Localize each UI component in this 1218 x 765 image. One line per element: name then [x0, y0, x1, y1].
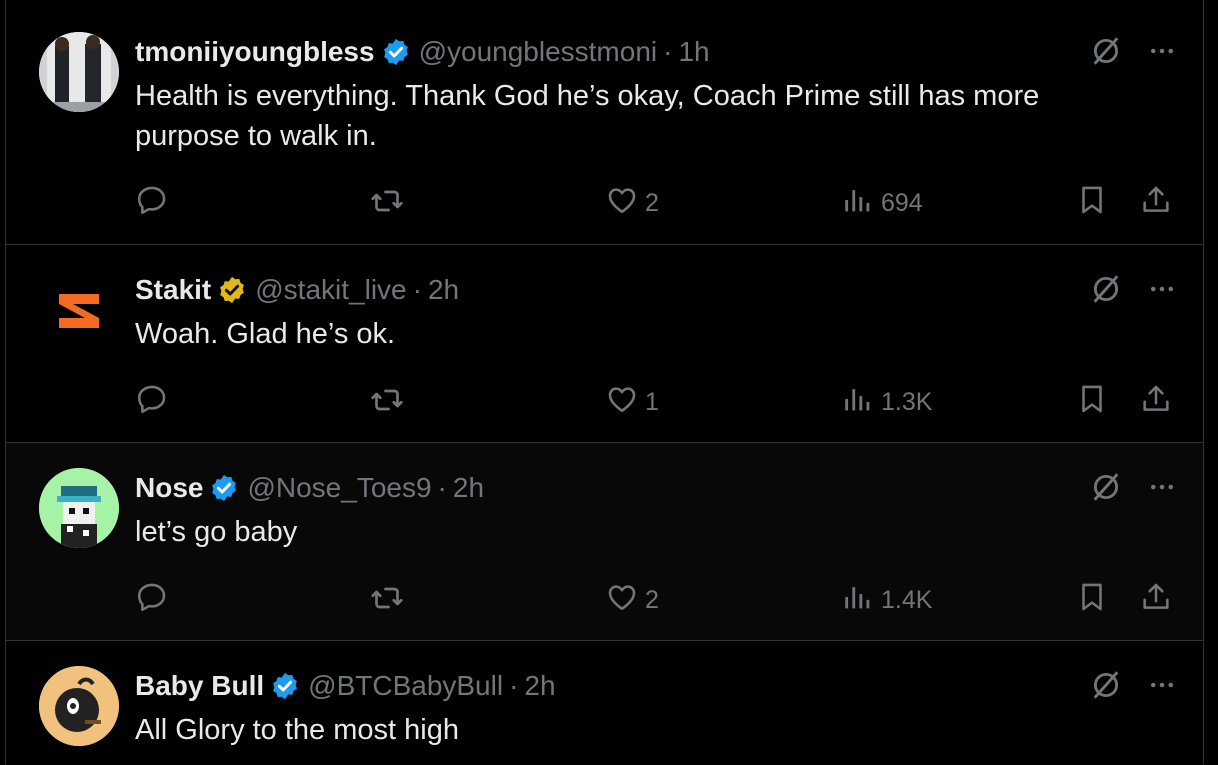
views-icon — [841, 580, 875, 621]
repost-icon — [369, 382, 405, 425]
display-name[interactable]: Baby Bull — [135, 670, 264, 702]
tweet-header: tmoniiyoungbless @youngblesstmoni · 1h — [135, 34, 710, 70]
timestamp[interactable]: 1h — [678, 36, 709, 68]
views-icon — [841, 183, 875, 224]
display-name[interactable]: tmoniiyoungbless — [135, 36, 375, 68]
avatar[interactable] — [39, 270, 119, 350]
share-button[interactable] — [1139, 580, 1173, 621]
handle[interactable]: @stakit_live — [255, 274, 406, 306]
tweet[interactable]: Stakit @stakit_live · 2h Woah. Glad he’s… — [6, 245, 1203, 443]
grok-icon[interactable] — [1089, 272, 1123, 306]
blue-verified-icon[interactable] — [270, 671, 300, 701]
separator-dot: · — [663, 36, 673, 67]
reply-icon — [135, 580, 169, 621]
reply-icon — [135, 183, 169, 224]
more-icon[interactable] — [1147, 36, 1177, 66]
like-count: 1 — [645, 388, 659, 416]
bookmark-button[interactable] — [1075, 382, 1109, 423]
repost-button[interactable] — [369, 183, 411, 226]
like-count: 2 — [645, 189, 659, 217]
tweet-actions: 2 1.4K — [135, 580, 1173, 616]
bookmark-icon — [1075, 382, 1109, 423]
tweet-text: Health is everything. Thank God he’s oka… — [135, 80, 1040, 152]
grok-icon[interactable] — [1089, 34, 1123, 68]
tweet-header: Stakit @stakit_live · 2h — [135, 272, 459, 308]
repost-icon — [369, 183, 405, 226]
reply-button[interactable] — [135, 580, 175, 621]
reply-button[interactable] — [135, 382, 175, 423]
separator-dot: · — [412, 274, 422, 305]
bookmark-button[interactable] — [1075, 183, 1109, 224]
like-button[interactable]: 2 — [605, 183, 659, 224]
view-count: 1.3K — [881, 388, 933, 416]
tweet-text: Woah. Glad he’s ok. — [135, 318, 396, 350]
tweet-actions: 2 694 — [135, 183, 1173, 219]
tweet-text: All Glory to the most high — [135, 714, 459, 746]
avatar[interactable] — [39, 468, 119, 548]
timestamp[interactable]: 2h — [453, 472, 484, 504]
views-button[interactable]: 1.4K — [841, 580, 932, 621]
tweet-text: let’s go baby — [135, 516, 298, 548]
tweet-top-actions — [1089, 272, 1177, 306]
handle[interactable]: @youngblesstmoni — [419, 36, 658, 68]
handle[interactable]: @BTCBabyBull — [308, 670, 503, 702]
like-icon — [605, 183, 639, 224]
views-button[interactable]: 694 — [841, 183, 923, 224]
share-button[interactable] — [1139, 382, 1173, 423]
tweet[interactable]: Nose @Nose_Toes9 · 2h let’s go baby 2 1.… — [6, 443, 1203, 641]
like-count: 2 — [645, 586, 659, 614]
share-icon — [1139, 382, 1173, 423]
tweet-header: Nose @Nose_Toes9 · 2h — [135, 470, 484, 506]
avatar[interactable] — [39, 32, 119, 112]
grok-icon[interactable] — [1089, 470, 1123, 504]
tweet-top-actions — [1089, 34, 1177, 68]
gold-verified-icon[interactable] — [217, 275, 247, 305]
view-count: 694 — [881, 189, 923, 217]
more-icon[interactable] — [1147, 472, 1177, 502]
views-button[interactable]: 1.3K — [841, 382, 932, 423]
bookmark-icon — [1075, 183, 1109, 224]
like-icon — [605, 382, 639, 423]
view-count: 1.4K — [881, 586, 933, 614]
separator-dot: · — [509, 670, 519, 701]
blue-verified-icon[interactable] — [209, 473, 239, 503]
tweet-actions: 1 1.3K — [135, 382, 1173, 418]
bookmark-button[interactable] — [1075, 580, 1109, 621]
like-button[interactable]: 2 — [605, 580, 659, 621]
views-icon — [841, 382, 875, 423]
display-name[interactable]: Stakit — [135, 274, 211, 306]
reply-feed: tmoniiyoungbless @youngblesstmoni · 1h H… — [5, 0, 1204, 764]
share-button[interactable] — [1139, 183, 1173, 224]
share-icon — [1139, 580, 1173, 621]
repost-icon — [369, 580, 405, 623]
tweet-header: Baby Bull @BTCBabyBull · 2h — [135, 668, 556, 704]
handle[interactable]: @Nose_Toes9 — [247, 472, 431, 504]
display-name[interactable]: Nose — [135, 472, 203, 504]
timestamp[interactable]: 2h — [524, 670, 555, 702]
tweet[interactable]: tmoniiyoungbless @youngblesstmoni · 1h H… — [6, 0, 1203, 245]
blue-verified-icon[interactable] — [381, 37, 411, 67]
tweet-top-actions — [1089, 668, 1177, 702]
like-icon — [605, 580, 639, 621]
share-icon — [1139, 183, 1173, 224]
avatar[interactable] — [39, 666, 119, 746]
repost-button[interactable] — [369, 580, 411, 623]
repost-button[interactable] — [369, 382, 411, 425]
reply-button[interactable] — [135, 183, 175, 224]
like-button[interactable]: 1 — [605, 382, 659, 423]
reply-icon — [135, 382, 169, 423]
tweet[interactable]: Baby Bull @BTCBabyBull · 2h All Glory to… — [6, 641, 1203, 765]
timestamp[interactable]: 2h — [428, 274, 459, 306]
more-icon[interactable] — [1147, 670, 1177, 700]
bookmark-icon — [1075, 580, 1109, 621]
more-icon[interactable] — [1147, 274, 1177, 304]
grok-icon[interactable] — [1089, 668, 1123, 702]
tweet-top-actions — [1089, 470, 1177, 504]
separator-dot: · — [437, 472, 447, 503]
